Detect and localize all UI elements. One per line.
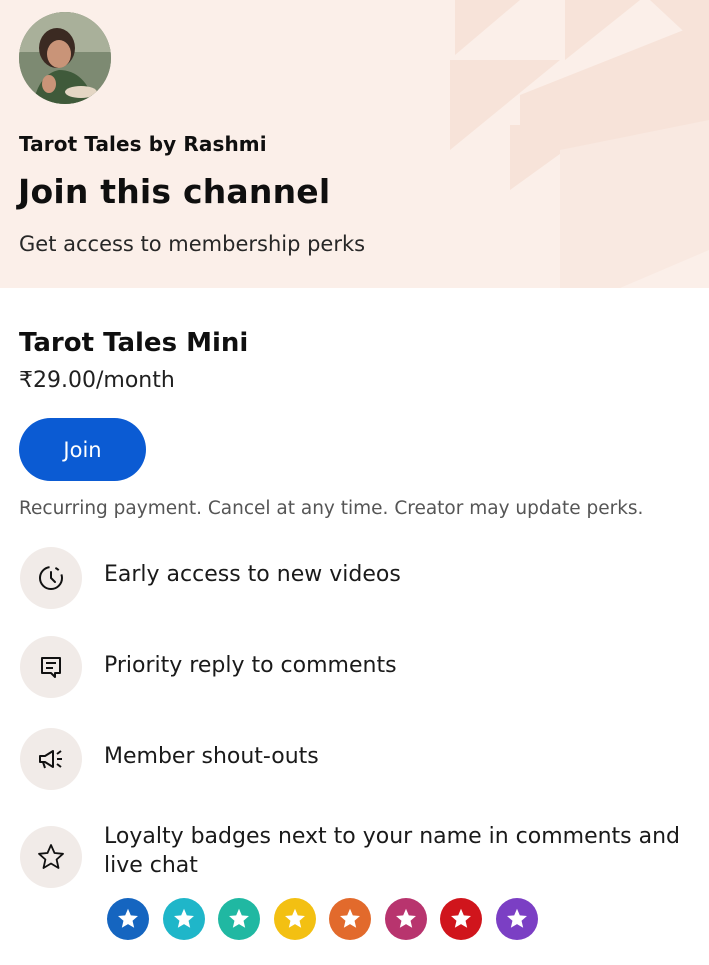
loyalty-badge-icon xyxy=(218,898,260,940)
loyalty-badge-icon xyxy=(440,898,482,940)
perk-text: Loyalty badges next to your name in comm… xyxy=(104,824,681,878)
star-outline-icon xyxy=(38,844,64,869)
perk-text: Early access to new videos xyxy=(104,562,401,587)
loyalty-badge-icon xyxy=(329,898,371,940)
avatar-photo-icon xyxy=(19,12,111,104)
page-title: Join this channel xyxy=(18,172,331,211)
perk-text: Priority reply to comments xyxy=(104,653,397,678)
perk-icon-container xyxy=(20,728,82,790)
loyalty-badge-icon xyxy=(162,898,205,940)
tier-price: ₹29.00/month xyxy=(19,368,175,393)
perk-icon-container xyxy=(20,547,82,609)
channel-avatar xyxy=(19,12,111,104)
page-subtitle: Get access to membership perks xyxy=(19,232,366,256)
comment-icon xyxy=(41,657,61,678)
loyalty-badge-icon xyxy=(107,898,149,940)
channel-name: Tarot Tales by Rashmi xyxy=(19,132,267,156)
tier-name: Tarot Tales Mini xyxy=(19,328,249,358)
megaphone-icon xyxy=(39,750,62,769)
payment-disclaimer: Recurring payment. Cancel at any time. C… xyxy=(19,498,644,519)
perk-text: Member shout-outs xyxy=(104,744,319,769)
loyalty-badge-icon xyxy=(384,898,427,940)
perk-icon-container xyxy=(20,826,82,888)
clock-icon xyxy=(39,566,63,590)
loyalty-badge-icon xyxy=(273,898,316,940)
perk-icon-container xyxy=(20,636,82,698)
join-button[interactable]: Join xyxy=(19,418,146,481)
channel-header: Tarot Tales by Rashmi Join this channel … xyxy=(0,0,709,288)
membership-page: Tarot Tales by Rashmi Join this channel … xyxy=(0,0,709,965)
loyalty-badge-icon xyxy=(495,898,538,940)
